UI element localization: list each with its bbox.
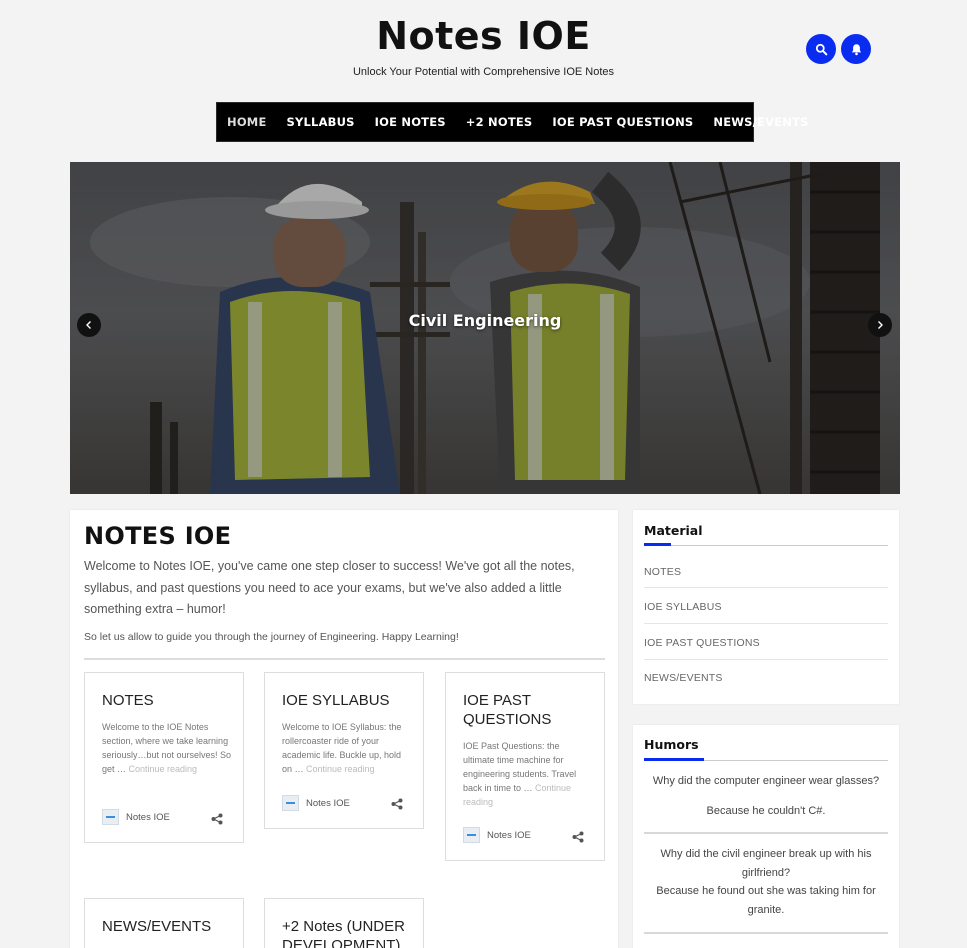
nav-item-plus2-notes[interactable]: +2 NOTES bbox=[466, 115, 533, 129]
continue-reading-link[interactable]: Continue reading bbox=[129, 764, 198, 774]
intro-paragraph: Welcome to Notes IOE, you've came one st… bbox=[84, 559, 575, 616]
humors-widget: Humors Why did the computer engineer wea… bbox=[633, 725, 899, 948]
material-link-ioe-past-questions[interactable]: IOE PAST QUESTIONS bbox=[644, 637, 760, 649]
nav-item-news-events[interactable]: NEWS/EVENTS bbox=[713, 115, 808, 129]
card-excerpt: Welcome to the IOE Notes section, where … bbox=[102, 722, 232, 774]
notification-button[interactable] bbox=[841, 34, 871, 64]
material-link-ioe-syllabus[interactable]: IOE SYLLABUS bbox=[644, 601, 722, 613]
share-icon[interactable] bbox=[572, 831, 584, 843]
category-card-plus2-notes[interactable]: +2 Notes (UNDER DEVELOPMENT) bbox=[264, 898, 424, 948]
joke-question: Why did the computer engineer wear glass… bbox=[652, 775, 880, 787]
main-content: NOTES IOE Welcome to Notes IOE, you've c… bbox=[70, 510, 618, 948]
widget-underline bbox=[644, 545, 888, 546]
material-widget: Material NOTES IOE SYLLABUS IOE PAST QUE… bbox=[633, 510, 899, 704]
material-link-notes[interactable]: NOTES bbox=[644, 566, 681, 578]
card-author[interactable]: Notes IOE bbox=[282, 795, 350, 811]
card-author[interactable]: Notes IOE bbox=[102, 809, 170, 825]
author-name[interactable]: Notes IOE bbox=[126, 812, 170, 823]
continue-reading-link[interactable]: Continue reading bbox=[306, 764, 375, 774]
nav-item-ioe-past-questions[interactable]: IOE PAST QUESTIONS bbox=[552, 115, 693, 129]
joke-question: Why did the civil engineer break up with… bbox=[660, 848, 872, 879]
divider bbox=[84, 658, 605, 660]
category-card-notes[interactable]: NOTES Welcome to the IOE Notes section, … bbox=[84, 672, 244, 843]
author-avatar bbox=[282, 795, 299, 811]
slider-prev-button[interactable] bbox=[77, 313, 101, 337]
nav-item-ioe-notes[interactable]: IOE NOTES bbox=[375, 115, 446, 129]
card-author[interactable]: Notes IOE bbox=[463, 827, 531, 843]
card-excerpt: IOE Past Questions: the ultimate time ma… bbox=[463, 741, 577, 807]
author-name[interactable]: Notes IOE bbox=[487, 830, 531, 841]
slider-next-button[interactable] bbox=[868, 313, 892, 337]
category-card-news-events[interactable]: NEWS/EVENTS bbox=[84, 898, 244, 948]
author-avatar bbox=[102, 809, 119, 825]
joke-answer: Because he couldn't C#. bbox=[706, 805, 826, 817]
divider bbox=[644, 623, 888, 624]
chevron-left-icon bbox=[86, 321, 91, 329]
main-navigation: HOME SYLLABUS IOE NOTES +2 NOTES IOE PAS… bbox=[216, 102, 808, 142]
hero-caption[interactable]: Civil Engineering bbox=[70, 311, 900, 330]
hero-slider[interactable]: Civil Engineering bbox=[70, 162, 900, 494]
search-icon bbox=[815, 43, 827, 55]
card-title[interactable]: +2 Notes (UNDER DEVELOPMENT) bbox=[282, 917, 412, 948]
divider bbox=[644, 832, 888, 834]
card-title[interactable]: IOE PAST QUESTIONS bbox=[463, 691, 573, 729]
nav-item-syllabus[interactable]: SYLLABUS bbox=[287, 115, 355, 129]
page-title: NOTES IOE bbox=[84, 522, 232, 550]
divider bbox=[644, 587, 888, 588]
bell-icon bbox=[851, 43, 861, 55]
nav-item-home[interactable]: HOME bbox=[227, 115, 267, 129]
author-name[interactable]: Notes IOE bbox=[306, 798, 350, 809]
category-card-ioe-past-questions[interactable]: IOE PAST QUESTIONS IOE Past Questions: t… bbox=[445, 672, 605, 861]
widget-accent-bar bbox=[644, 758, 704, 761]
card-title[interactable]: NEWS/EVENTS bbox=[102, 917, 242, 936]
widget-accent-bar bbox=[644, 543, 671, 546]
author-avatar bbox=[463, 827, 480, 843]
card-excerpt: Welcome to IOE Syllabus: the rollercoast… bbox=[282, 722, 402, 774]
divider bbox=[644, 932, 888, 934]
share-icon[interactable] bbox=[211, 813, 223, 825]
site-tagline: Unlock Your Potential with Comprehensive… bbox=[352, 66, 615, 78]
card-title[interactable]: NOTES bbox=[102, 691, 242, 710]
search-button[interactable] bbox=[806, 34, 836, 64]
widget-title: Humors bbox=[644, 737, 699, 752]
intro-subtext: So let us allow to guide you through the… bbox=[84, 631, 459, 643]
category-card-ioe-syllabus[interactable]: IOE SYLLABUS Welcome to IOE Syllabus: th… bbox=[264, 672, 424, 829]
share-icon[interactable] bbox=[391, 798, 403, 810]
widget-title: Material bbox=[644, 523, 703, 538]
chevron-right-icon bbox=[878, 321, 883, 329]
card-title[interactable]: IOE SYLLABUS bbox=[282, 691, 422, 710]
material-link-news-events[interactable]: NEWS/EVENTS bbox=[644, 672, 723, 684]
divider bbox=[644, 659, 888, 660]
joke-answer: Because he found out she was taking him … bbox=[656, 885, 876, 916]
